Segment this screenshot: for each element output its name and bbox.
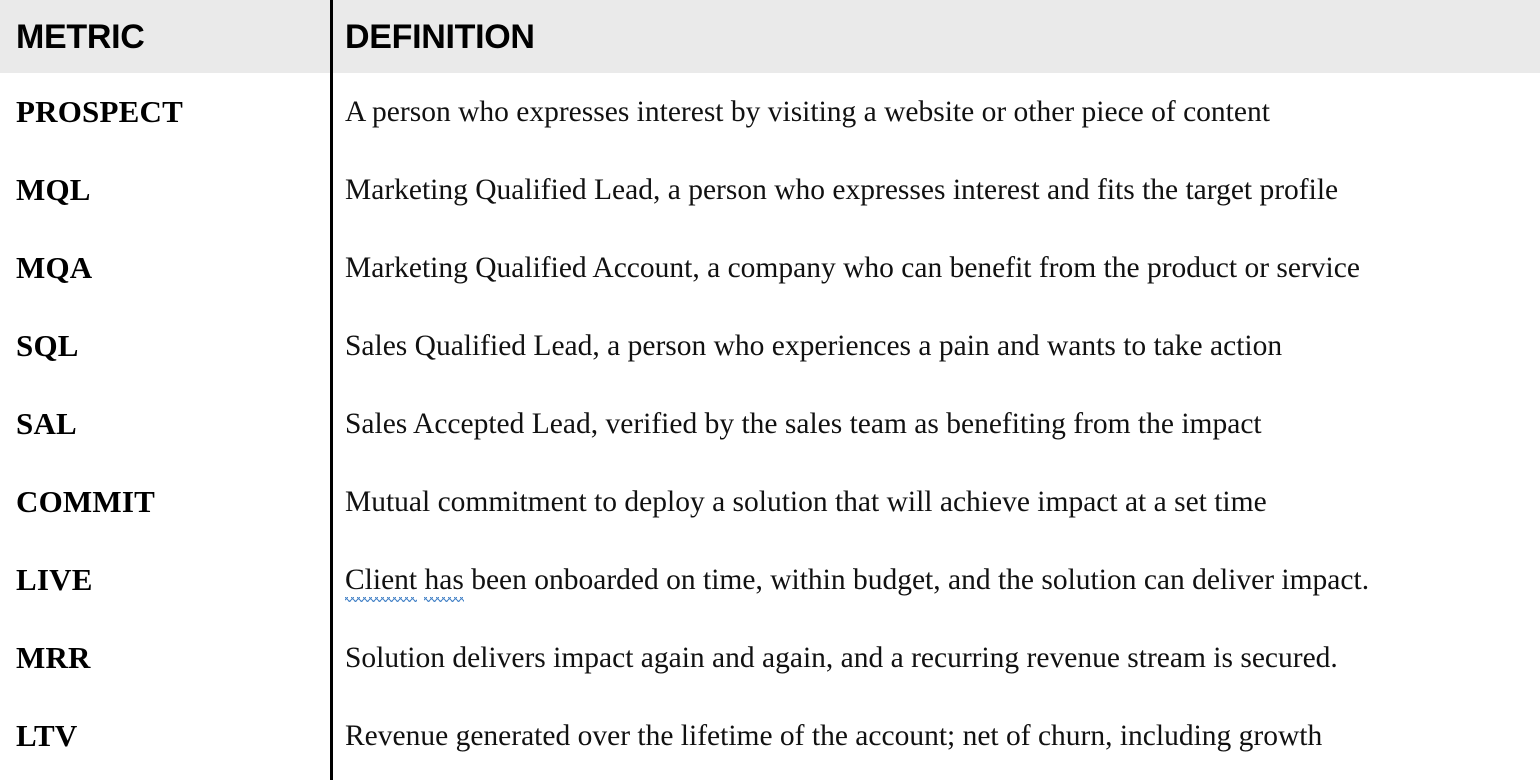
definition-text: Revenue generated over the lifetime of t…	[345, 720, 1323, 752]
metric-cell-mqa: MQA	[0, 251, 330, 285]
metric-cell-mrr: MRR	[0, 641, 330, 675]
spellcheck-flagged-word: has	[424, 564, 465, 602]
metric-cell-mql: MQL	[0, 173, 330, 207]
definition-text: Sales Accepted Lead, verified by the sal…	[345, 408, 1262, 440]
metric-label: COMMIT	[16, 484, 155, 519]
metric-cell-live: LIVE	[0, 563, 330, 597]
definition-cell-sal: Sales Accepted Lead, verified by the sal…	[330, 407, 1540, 441]
column-header-definition-cell: DEFINITION	[330, 19, 1540, 55]
definition-cell-mqa: Marketing Qualified Account, a company w…	[330, 251, 1540, 285]
table-row: SQL Sales Qualified Lead, a person who e…	[0, 307, 1540, 385]
metric-label: LIVE	[16, 562, 93, 597]
metric-label: MQL	[16, 172, 91, 207]
definition-text-remainder: been onboarded on time, within budget, a…	[463, 564, 1370, 596]
table-row: COMMIT Mutual commitment to deploy a sol…	[0, 463, 1540, 541]
definition-text: Marketing Qualified Account, a company w…	[345, 252, 1360, 284]
definition-cell-commit: Mutual commitment to deploy a solution t…	[330, 485, 1540, 519]
metric-label: MQA	[16, 250, 93, 285]
metric-label: LTV	[16, 718, 78, 753]
table-row: LTV Revenue generated over the lifetime …	[0, 697, 1540, 775]
spellcheck-flagged-word: Client	[345, 564, 418, 602]
table-row: PROSPECT A person who expresses interest…	[0, 73, 1540, 151]
column-header-metric-cell: METRIC	[0, 19, 330, 55]
definition-text: A person who expresses interest by visit…	[345, 96, 1270, 128]
metric-cell-sal: SAL	[0, 407, 330, 441]
definition-text: Mutual commitment to deploy a solution t…	[345, 486, 1267, 518]
metric-label: PROSPECT	[16, 94, 183, 129]
metric-cell-commit: COMMIT	[0, 485, 330, 519]
definition-text: Client has been onboarded on time, withi…	[345, 563, 1370, 602]
metric-label: MRR	[16, 640, 91, 675]
table-header-row: METRIC DEFINITION	[0, 0, 1540, 73]
metric-cell-prospect: PROSPECT	[0, 95, 330, 129]
definition-cell-ltv: Revenue generated over the lifetime of t…	[330, 719, 1540, 753]
definition-cell-sql: Sales Qualified Lead, a person who exper…	[330, 329, 1540, 363]
table-grid: METRIC DEFINITION PROSPECT A person who …	[0, 0, 1540, 775]
column-header-definition-label: DEFINITION	[345, 17, 535, 56]
table-row: MQA Marketing Qualified Account, a compa…	[0, 229, 1540, 307]
definition-cell-mrr: Solution delivers impact again and again…	[330, 641, 1540, 675]
definition-text: Sales Qualified Lead, a person who exper…	[345, 330, 1283, 362]
metric-label: SAL	[16, 406, 77, 441]
table-row: SAL Sales Accepted Lead, verified by the…	[0, 385, 1540, 463]
table-row: MRR Solution delivers impact again and a…	[0, 619, 1540, 697]
table-row: MQL Marketing Qualified Lead, a person w…	[0, 151, 1540, 229]
definition-text: Solution delivers impact again and again…	[345, 642, 1338, 674]
metric-cell-ltv: LTV	[0, 719, 330, 753]
metric-definitions-table: METRIC DEFINITION PROSPECT A person who …	[0, 0, 1540, 780]
definition-text: Marketing Qualified Lead, a person who e…	[345, 174, 1339, 206]
metric-label: SQL	[16, 328, 79, 363]
metric-cell-sql: SQL	[0, 329, 330, 363]
column-header-metric-label: METRIC	[16, 17, 145, 56]
definition-text-gap	[417, 564, 424, 596]
definition-cell-prospect: A person who expresses interest by visit…	[330, 95, 1540, 129]
definition-cell-mql: Marketing Qualified Lead, a person who e…	[330, 173, 1540, 207]
definition-cell-live: Client has been onboarded on time, withi…	[330, 563, 1540, 602]
table-row: LIVE Client has been onboarded on time, …	[0, 541, 1540, 619]
